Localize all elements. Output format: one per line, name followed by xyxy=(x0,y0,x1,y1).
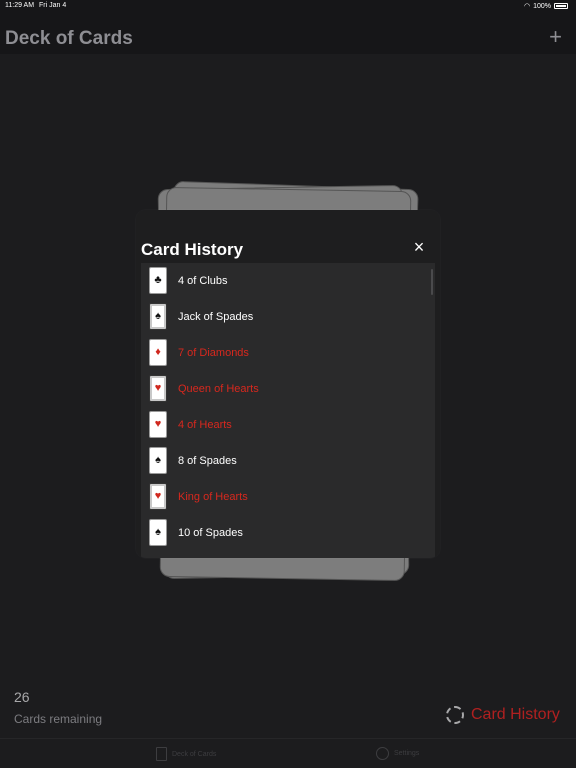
history-item-label: 7 of Diamonds xyxy=(178,347,249,359)
card-thumbnail: ♣ xyxy=(149,267,167,294)
card-thumbnail: ♥ xyxy=(149,375,167,402)
history-item[interactable]: ♥ 4 of Hearts xyxy=(141,407,435,443)
history-items: ♣ 4 of Clubs ♠ Jack of Spades ♦ 7 of Diamonds… xyxy=(141,263,435,551)
close-icon[interactable]: × xyxy=(410,238,428,256)
page-title: Deck of Cards xyxy=(5,28,133,49)
card-thumbnail: ♠ xyxy=(149,303,167,330)
history-item[interactable]: ♠ 8 of Spades xyxy=(141,443,435,479)
history-item[interactable]: ♥ Queen of Hearts xyxy=(141,371,435,407)
battery-percent: 100% xyxy=(533,2,551,10)
history-item[interactable]: ♥ King of Hearts xyxy=(141,479,435,515)
tab-bar: Deck of Cards Settings xyxy=(0,738,576,768)
gear-icon xyxy=(376,747,389,760)
card-thumbnail: ♠ xyxy=(149,447,167,474)
history-item-label: 4 of Hearts xyxy=(178,419,232,431)
cards-count: 26 xyxy=(14,689,30,705)
card-history-button[interactable]: Card History xyxy=(446,705,560,725)
tab-deck-of-cards[interactable]: Deck of Cards xyxy=(156,747,216,761)
status-right: ◠ 100% xyxy=(524,2,568,10)
tab-settings[interactable]: Settings xyxy=(376,747,419,760)
history-icon xyxy=(446,706,464,724)
modal-title: Card History xyxy=(141,240,244,259)
card-history-modal: Card History × ♣ 4 of Clubs ♠ Jack of Spade… xyxy=(136,210,440,558)
history-item-label: 8 of Spades xyxy=(178,455,237,467)
history-list[interactable]: ♣ 4 of Clubs ♠ Jack of Spades ♦ 7 of Diamonds… xyxy=(141,263,435,558)
status-bar: 11:29 AM Fri Jan 4 ◠ 100% xyxy=(0,0,576,12)
history-item-label: Queen of Hearts xyxy=(178,383,259,395)
battery-icon xyxy=(554,3,568,9)
nav-bar: Deck of Cards + xyxy=(0,12,576,54)
history-item[interactable]: ♣ 4 of Clubs xyxy=(141,263,435,299)
history-item[interactable]: ♦ 7 of Diamonds xyxy=(141,335,435,371)
tab-label: Deck of Cards xyxy=(172,750,217,758)
status-time: 11:29 AM xyxy=(5,2,35,9)
status-date: Fri Jan 4 xyxy=(39,2,67,9)
card-thumbnail: ♦ xyxy=(149,339,167,366)
card-history-button-label: Card History xyxy=(471,706,560,723)
history-item[interactable]: ♠ 10 of Spades xyxy=(141,515,435,551)
wifi-icon: ◠ xyxy=(523,3,531,10)
tab-label: Settings xyxy=(394,750,420,757)
add-button[interactable]: + xyxy=(549,26,562,48)
cards-remaining-label: Cards remaining xyxy=(14,712,103,726)
card-thumbnail: ♥ xyxy=(149,483,167,510)
deck-icon xyxy=(156,747,167,761)
history-item-label: 10 of Spades xyxy=(178,527,243,539)
history-item-label: 4 of Clubs xyxy=(178,275,228,287)
history-item-label: Jack of Spades xyxy=(178,311,254,323)
card-thumbnail: ♥ xyxy=(149,411,167,438)
history-item[interactable]: ♠ Jack of Spades xyxy=(141,299,435,335)
history-item-label: King of Hearts xyxy=(178,491,248,503)
card-thumbnail: ♠ xyxy=(149,519,167,546)
